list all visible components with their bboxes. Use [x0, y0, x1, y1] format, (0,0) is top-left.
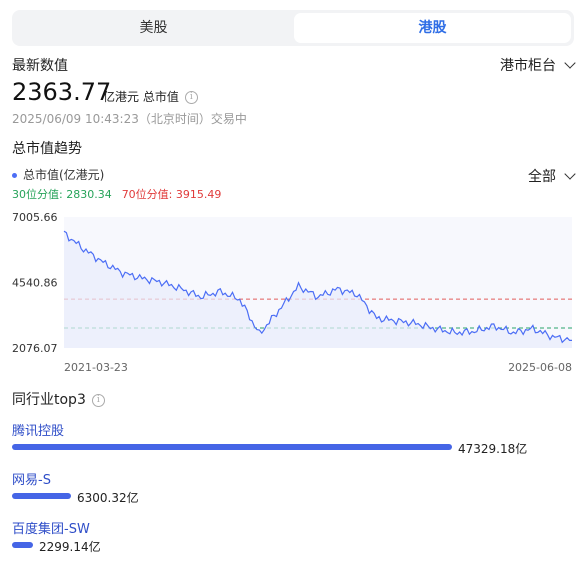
peer-name[interactable]: 网易-S	[12, 469, 51, 488]
peer-bar	[12, 444, 452, 450]
exchange-label: 港市柜台	[500, 58, 556, 74]
chart-legend: 总市值(亿港元)	[12, 166, 104, 183]
tab-us-stocks[interactable]: 美股	[15, 13, 292, 43]
chart-svg: 7005.66 4540.86 2076.07 2021-03-23 2025-06-0…	[12, 211, 572, 374]
legend-label: 总市值(亿港元)	[23, 168, 105, 182]
market-tabs: 美股 港股	[12, 10, 574, 46]
p30-label: 30位分值: 2830.34	[12, 188, 112, 201]
timestamp: 2025/06/09 10:43:23（北京时间）交易中	[12, 112, 247, 126]
peers-title: 同行业top3 i	[12, 389, 105, 409]
y-tick-label: 2076.07	[12, 342, 58, 355]
peer-bar	[12, 493, 71, 499]
info-icon[interactable]: i	[184, 91, 198, 104]
range-label: 全部	[528, 169, 556, 185]
percentile-row: 30位分值: 2830.34 70位分值: 3915.49	[12, 186, 221, 202]
market-cap-chart[interactable]: 7005.66 4540.86 2076.07 2021-03-23 2025-06-0…	[0, 205, 588, 375]
market-cap-unit: 亿港元 总市值	[103, 90, 179, 104]
latest-label: 最新数值	[12, 58, 68, 74]
peer-value: 6300.32亿	[77, 491, 139, 505]
range-dropdown[interactable]: 全部	[528, 166, 576, 186]
info-icon[interactable]: i	[91, 393, 105, 407]
market-cap-value: 2363.77	[12, 78, 112, 106]
chevron-down-icon	[564, 168, 576, 180]
peer-bar	[12, 542, 33, 548]
y-tick-label: 4540.86	[12, 277, 58, 290]
market-cap-unit-row: 亿港元 总市值 i	[103, 88, 198, 105]
x-tick-label: 2021-03-23	[64, 361, 128, 374]
exchange-dropdown[interactable]: 港市柜台	[500, 55, 576, 75]
peer-name[interactable]: 腾讯控股	[12, 420, 64, 439]
peer-name[interactable]: 百度集团-SW	[12, 518, 90, 537]
p70-label: 70位分值: 3915.49	[121, 188, 222, 201]
peer-value: 2299.14亿	[39, 540, 101, 554]
trend-title: 总市值趋势	[12, 141, 82, 157]
legend-dot-icon	[12, 173, 17, 178]
tab-hk-stocks[interactable]: 港股	[294, 13, 571, 43]
chevron-down-icon	[564, 57, 576, 69]
peer-value: 47329.18亿	[458, 442, 528, 456]
peers-title-label: 同行业top3	[12, 392, 86, 408]
x-tick-label: 2025-06-08	[508, 361, 572, 374]
y-tick-label: 7005.66	[12, 211, 58, 224]
